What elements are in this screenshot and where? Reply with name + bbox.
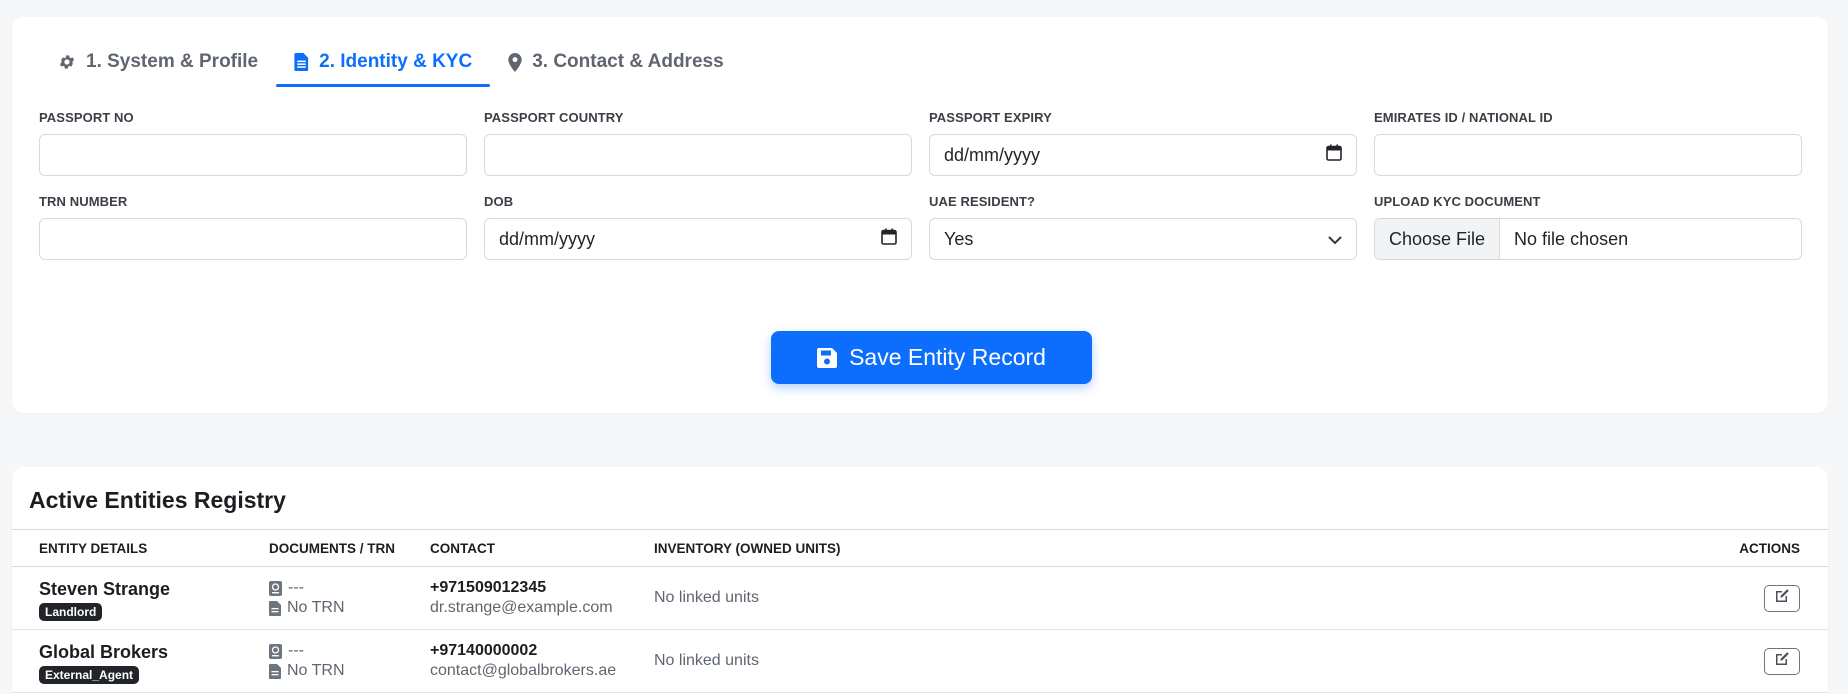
emirates-id-input[interactable] — [1374, 134, 1802, 176]
passport-no-field: PASSPORT NO — [39, 110, 467, 176]
form-tabs: 1. System & Profile 2. Identity & KYC 3.… — [40, 39, 742, 87]
passport-value: --- — [288, 642, 304, 659]
uae-resident-select[interactable]: Yes — [929, 218, 1357, 260]
tab-identity-kyc[interactable]: 2. Identity & KYC — [276, 39, 491, 87]
map-pin-icon — [508, 52, 522, 72]
entities-registry-card: Active Entities Registry ENTITY DETAILS … — [12, 467, 1828, 694]
column-entity-details: ENTITY DETAILS — [39, 541, 148, 556]
column-inventory: INVENTORY (OWNED UNITS) — [654, 541, 841, 556]
contact-cell: +971509012345 dr.strange@example.com — [430, 579, 613, 617]
column-documents-trn: DOCUMENTS / TRN — [269, 541, 395, 556]
entity-details-cell: Global Brokers External_Agent — [39, 642, 168, 684]
passport-no-label: PASSPORT NO — [39, 110, 134, 125]
save-button-label: Save Entity Record — [849, 344, 1046, 370]
dob-field: DOB dd/mm/yyyy — [484, 194, 912, 260]
inventory-cell: No linked units — [654, 589, 759, 606]
kyc-upload-field: UPLOAD KYC DOCUMENT Choose File No file … — [1374, 194, 1802, 260]
role-badge: External_Agent — [39, 666, 140, 684]
edit-button[interactable] — [1764, 585, 1800, 612]
table-row: Global Brokers External_Agent --- No TRN… — [12, 630, 1828, 693]
trn-number-label: TRN NUMBER — [39, 194, 128, 209]
tab-label: 2. Identity & KYC — [319, 51, 473, 72]
invoice-icon — [269, 663, 281, 679]
passport-no-input[interactable] — [39, 134, 467, 176]
contact-email: dr.strange@example.com — [430, 599, 613, 616]
tab-label: 3. Contact & Address — [532, 51, 724, 72]
contact-cell: +97140000002 contact@globalbrokers.ae — [430, 642, 616, 680]
column-actions: ACTIONS — [1739, 541, 1800, 556]
passport-country-field: PASSPORT COUNTRY — [484, 110, 912, 176]
tab-system-profile[interactable]: 1. System & Profile — [40, 39, 276, 85]
dob-label: DOB — [484, 194, 514, 209]
passport-country-input[interactable] — [484, 134, 912, 176]
table-header: ENTITY DETAILS DOCUMENTS / TRN CONTACT I… — [12, 529, 1828, 567]
contact-email: contact@globalbrokers.ae — [430, 662, 617, 679]
kyc-upload-input[interactable]: Choose File No file chosen — [1374, 218, 1802, 260]
calendar-icon[interactable] — [1326, 144, 1342, 166]
registry-title: Active Entities Registry — [29, 487, 286, 513]
floppy-disk-icon — [817, 347, 838, 368]
table-row: Steven Strange Landlord --- No TRN +9715… — [12, 567, 1828, 630]
edit-icon — [1774, 651, 1790, 672]
passport-expiry-value: dd/mm/yyyy — [944, 144, 1041, 165]
passport-expiry-label: PASSPORT EXPIRY — [929, 110, 1052, 125]
entity-details-cell: Steven Strange Landlord — [39, 579, 170, 621]
passport-expiry-field: PASSPORT EXPIRY dd/mm/yyyy — [929, 110, 1357, 176]
entity-form-card: 1. System & Profile 2. Identity & KYC 3.… — [12, 17, 1828, 413]
passport-line: --- — [269, 578, 345, 598]
trn-number-input[interactable] — [39, 218, 467, 260]
tab-label: 1. System & Profile — [86, 51, 259, 72]
dob-input[interactable]: dd/mm/yyyy — [484, 218, 912, 260]
choose-file-button[interactable]: Choose File — [1375, 219, 1501, 259]
trn-number-field: TRN NUMBER — [39, 194, 467, 260]
documents-cell: --- No TRN — [269, 578, 345, 618]
invoice-icon — [269, 600, 281, 616]
passport-icon — [269, 643, 282, 659]
save-entity-button[interactable]: Save Entity Record — [771, 331, 1092, 384]
entity-name: Steven Strange — [39, 579, 171, 599]
contact-phone: +971509012345 — [430, 579, 547, 596]
trn-value: No TRN — [287, 662, 345, 679]
calendar-icon[interactable] — [881, 228, 897, 250]
passport-country-label: PASSPORT COUNTRY — [484, 110, 624, 125]
contact-phone: +97140000002 — [430, 642, 538, 659]
trn-value: No TRN — [287, 599, 345, 616]
documents-cell: --- No TRN — [269, 641, 345, 681]
uae-resident-field: UAE RESIDENT? Yes — [929, 194, 1357, 260]
column-contact: CONTACT — [430, 541, 495, 556]
file-status: No file chosen — [1514, 228, 1629, 249]
passport-expiry-input[interactable]: dd/mm/yyyy — [929, 134, 1357, 176]
tab-contact-address[interactable]: 3. Contact & Address — [490, 39, 741, 85]
dob-value: dd/mm/yyyy — [499, 228, 596, 249]
edit-button[interactable] — [1764, 648, 1800, 675]
passport-line: --- — [269, 641, 345, 661]
trn-line: No TRN — [269, 661, 345, 681]
passport-icon — [269, 580, 282, 596]
emirates-id-label: EMIRATES ID / NATIONAL ID — [1374, 110, 1553, 125]
chevron-down-icon — [1328, 229, 1342, 250]
gear-icon — [58, 53, 76, 71]
trn-line: No TRN — [269, 598, 345, 618]
kyc-upload-label: UPLOAD KYC DOCUMENT — [1374, 194, 1541, 209]
emirates-id-field: EMIRATES ID / NATIONAL ID — [1374, 110, 1802, 176]
role-badge: Landlord — [39, 603, 103, 621]
document-icon — [294, 53, 309, 71]
uae-resident-label: UAE RESIDENT? — [929, 194, 1036, 209]
uae-resident-value: Yes — [944, 228, 974, 249]
entity-name: Global Brokers — [39, 642, 169, 662]
inventory-cell: No linked units — [654, 652, 759, 669]
edit-icon — [1774, 588, 1790, 609]
passport-value: --- — [288, 579, 304, 596]
